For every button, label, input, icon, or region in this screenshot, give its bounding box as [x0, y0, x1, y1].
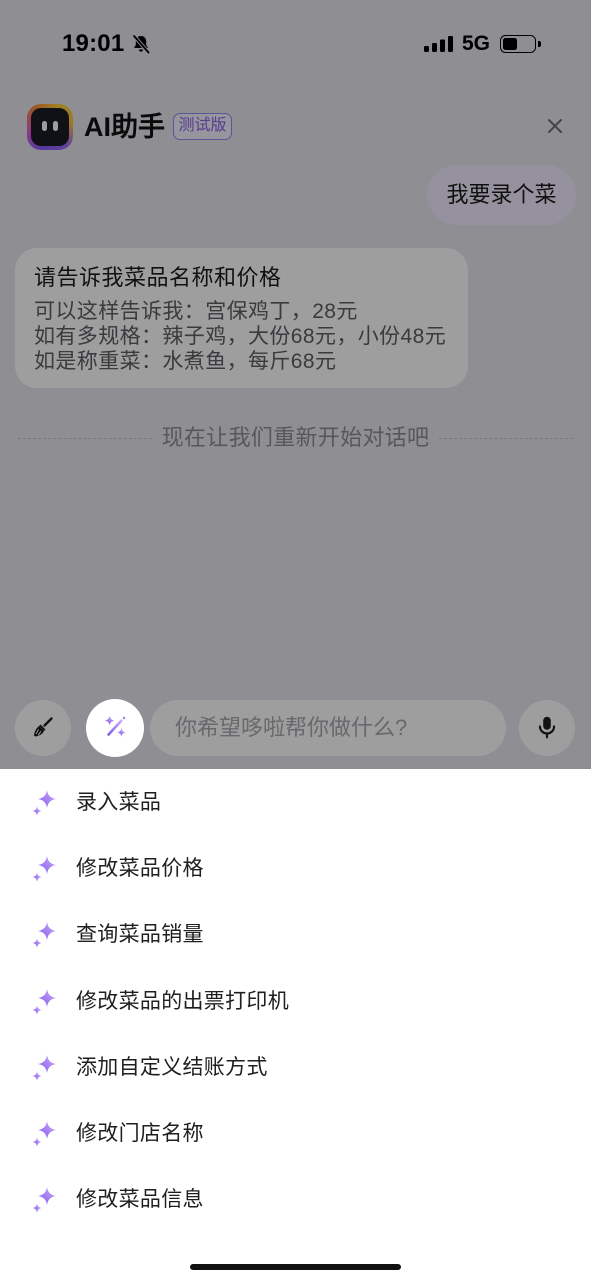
sparkle-icon [30, 789, 58, 817]
quick-action-sheet: 录入菜品 修改菜品价格 查询菜品销量 修改菜品的出票打印机 添加自定义结账方式 … [0, 769, 591, 1281]
quick-action-label: 修改菜品的出票打印机 [76, 989, 289, 1013]
sparkle-icon [30, 921, 58, 949]
quick-action-edit-price[interactable]: 修改菜品价格 [0, 836, 591, 902]
quick-action-label: 修改菜品信息 [76, 1188, 204, 1212]
quick-action-add-dish[interactable]: 录入菜品 [0, 770, 591, 836]
quick-action-edit-printer[interactable]: 修改菜品的出票打印机 [0, 969, 591, 1035]
quick-action-rename-store[interactable]: 修改门店名称 [0, 1101, 591, 1167]
quick-action-label: 修改门店名称 [76, 1121, 204, 1145]
quick-action-label: 添加自定义结账方式 [76, 1055, 268, 1079]
sparkle-icon [30, 988, 58, 1016]
home-indicator[interactable] [190, 1264, 401, 1270]
quick-action-add-payment-method[interactable]: 添加自定义结账方式 [0, 1035, 591, 1101]
sparkle-icon [30, 1054, 58, 1082]
sparkle-icon [30, 1186, 58, 1214]
quick-action-label: 修改菜品价格 [76, 857, 204, 881]
quick-action-edit-dish-info[interactable]: 修改菜品信息 [0, 1167, 591, 1233]
skills-button[interactable] [86, 699, 144, 757]
quick-action-list: 录入菜品 修改菜品价格 查询菜品销量 修改菜品的出票打印机 添加自定义结账方式 … [0, 770, 591, 1233]
magic-wand-icon [100, 712, 130, 745]
quick-action-label: 录入菜品 [76, 791, 162, 814]
dim-overlay[interactable] [0, 0, 591, 769]
quick-action-label: 查询菜品销量 [76, 923, 204, 947]
sparkle-icon [30, 1120, 58, 1148]
quick-action-query-sales[interactable]: 查询菜品销量 [0, 902, 591, 968]
sparkle-icon [30, 855, 58, 883]
screen: 19:01 5G AI助手 测试版 我要录个菜 请告诉我菜品名称和价格 可以这样… [0, 0, 591, 1281]
